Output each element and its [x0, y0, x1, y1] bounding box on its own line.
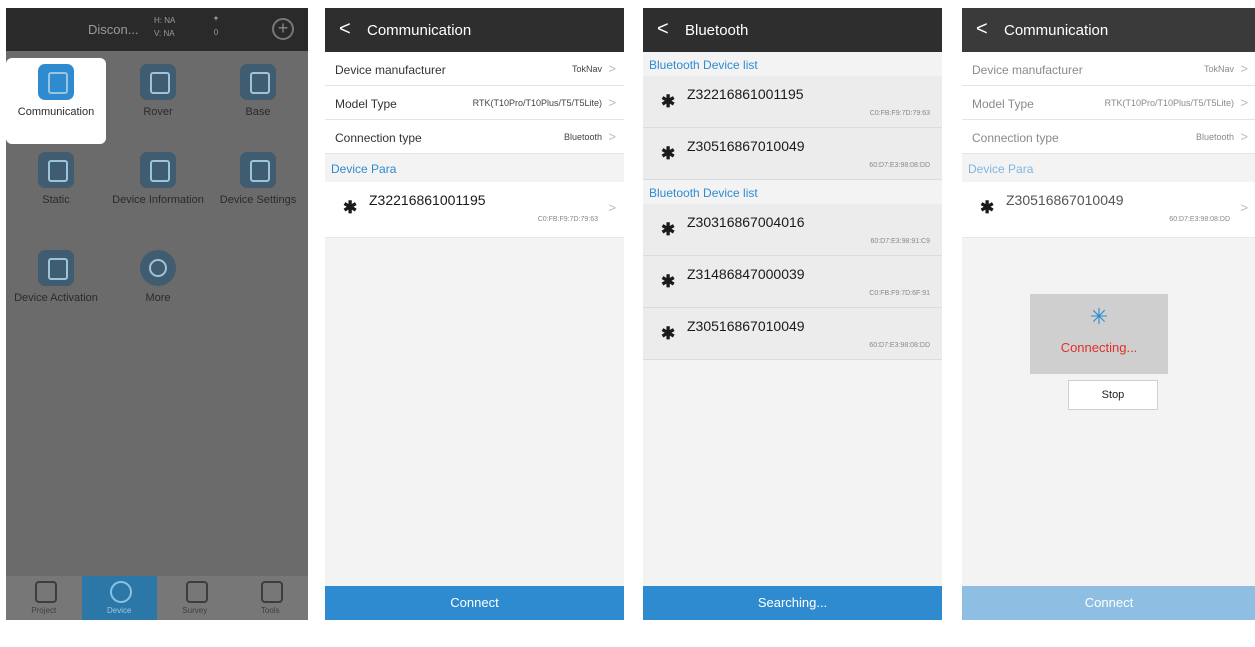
section-title: Device Para [968, 162, 1034, 176]
grid-item-communication[interactable]: Communication [6, 64, 106, 119]
chevron-right-icon: > [608, 61, 616, 76]
title-bar: < Bluetooth [643, 8, 942, 52]
paired-device-list: ✱ Z32216861001195 C0:FB:F9:7D:79:63 ✱ Z3… [643, 76, 942, 180]
list-item[interactable]: ✱ Z31486847000039 C0:FB:F9:7D:6F:91 [643, 256, 942, 308]
chevron-right-icon: > [608, 200, 616, 215]
chevron-right-icon: > [1240, 95, 1248, 110]
list-item[interactable]: ✱ Z30516867010049 60:D7:E3:98:08:DD [643, 128, 942, 180]
page-title: Communication [367, 22, 472, 39]
device-item[interactable]: ✱ Z32216861001195 C0:FB:F9:7D:79:63 > [325, 182, 624, 238]
chevron-right-icon: > [1240, 61, 1248, 76]
list-item[interactable]: ✱ Z30316867004016 60:D7:E3:98:91:C9 [643, 204, 942, 256]
stop-button[interactable]: Stop [1068, 380, 1158, 410]
connect-button[interactable]: Connect [962, 586, 1255, 620]
grid-item-static[interactable]: Static [6, 152, 106, 207]
connecting-text: Connecting... [1060, 340, 1138, 355]
grid-item-base[interactable]: Base [208, 64, 308, 119]
title-bar: < Communication [325, 8, 624, 52]
grid-item-rover[interactable]: Rover [108, 64, 208, 119]
bluetooth-icon: ✱ [661, 92, 676, 111]
section-title: Bluetooth Device list [649, 58, 758, 72]
chevron-right-icon: > [608, 129, 616, 144]
back-icon[interactable]: < [976, 19, 988, 39]
satellite-icon: ✦ 0 [212, 14, 220, 37]
static-icon [38, 152, 74, 188]
device-settings-icon [240, 152, 276, 188]
communication-connecting-screen: < Communication Device manufacturer TokN… [962, 8, 1255, 620]
bluetooth-icon: ✱ [661, 220, 676, 239]
section-title: Bluetooth Device list [649, 186, 758, 200]
device-item[interactable]: ✱ Z30516867010049 60:D7:E3:98:08:DD > [962, 182, 1255, 238]
spinner-icon: ✳ [1089, 304, 1109, 329]
found-device-list: ✱ Z30316867004016 60:D7:E3:98:91:C9 ✱ Z3… [643, 204, 942, 360]
device-info-icon [140, 152, 176, 188]
nav-device[interactable]: Device [81, 576, 157, 620]
connect-button[interactable]: Connect [325, 586, 624, 620]
row-model-type[interactable]: Model Type RTK(T10Pro/T10Plus/T5/T5Lite)… [962, 86, 1255, 120]
communication-screen: < Communication Device manufacturer TokN… [325, 8, 624, 620]
row-connection-type[interactable]: Connection type Bluetooth > [325, 120, 624, 154]
row-model-type[interactable]: Model Type RTK(T10Pro/T10Plus/T5/T5Lite)… [325, 86, 624, 120]
back-icon[interactable]: < [339, 19, 351, 39]
connection-status: Discon... [88, 22, 139, 37]
status-bar: Discon... H: NA V: NA ✦ 0 + [6, 8, 308, 51]
row-device-manufacturer[interactable]: Device manufacturer TokNav > [325, 52, 624, 86]
bluetooth-icon: ✱ [661, 324, 676, 343]
back-icon[interactable]: < [657, 19, 669, 39]
bluetooth-icon: ✱ [980, 198, 995, 217]
grid-item-device-activation[interactable]: Device Activation [6, 250, 106, 305]
list-item[interactable]: ✱ Z32216861001195 C0:FB:F9:7D:79:63 [643, 76, 942, 128]
bluetooth-screen: < Bluetooth Bluetooth Device list ✱ Z322… [643, 8, 942, 620]
grid-item-more[interactable]: More [108, 250, 208, 305]
nav-tools[interactable]: Tools [233, 576, 309, 620]
searching-button[interactable]: Searching... [643, 586, 942, 620]
chevron-right-icon: > [1240, 200, 1248, 215]
device-home-screen: Discon... H: NA V: NA ✦ 0 + Communication… [6, 8, 308, 620]
grid-item-device-information[interactable]: Device Information [108, 152, 208, 207]
nav-project[interactable]: Project [6, 576, 82, 620]
title-bar: < Communication [962, 8, 1255, 52]
grid-item-device-settings[interactable]: Device Settings [208, 152, 308, 207]
row-device-manufacturer[interactable]: Device manufacturer TokNav > [962, 52, 1255, 86]
bottom-nav: Project Device Survey Tools [6, 576, 308, 620]
bluetooth-icon: ✱ [343, 198, 358, 217]
page-title: Bluetooth [685, 22, 749, 39]
bluetooth-icon: ✱ [661, 144, 676, 163]
list-item[interactable]: ✱ Z30516867010049 60:D7:E3:98:08:DD [643, 308, 942, 360]
chevron-right-icon: > [1240, 129, 1248, 144]
connecting-dialog: ✳ Connecting... [1030, 294, 1168, 374]
more-icon [140, 250, 176, 286]
communication-icon [38, 64, 74, 100]
chevron-right-icon: > [608, 95, 616, 110]
device-activation-icon [38, 250, 74, 286]
page-title: Communication [1004, 22, 1109, 39]
bluetooth-icon: ✱ [661, 272, 676, 291]
rover-icon [140, 64, 176, 100]
nav-survey[interactable]: Survey [157, 576, 233, 620]
row-connection-type[interactable]: Connection type Bluetooth > [962, 120, 1255, 154]
add-icon[interactable]: + [272, 18, 294, 40]
base-icon [240, 64, 276, 100]
section-title: Device Para [331, 162, 397, 176]
precision-readout: H: NA V: NA [154, 16, 176, 38]
